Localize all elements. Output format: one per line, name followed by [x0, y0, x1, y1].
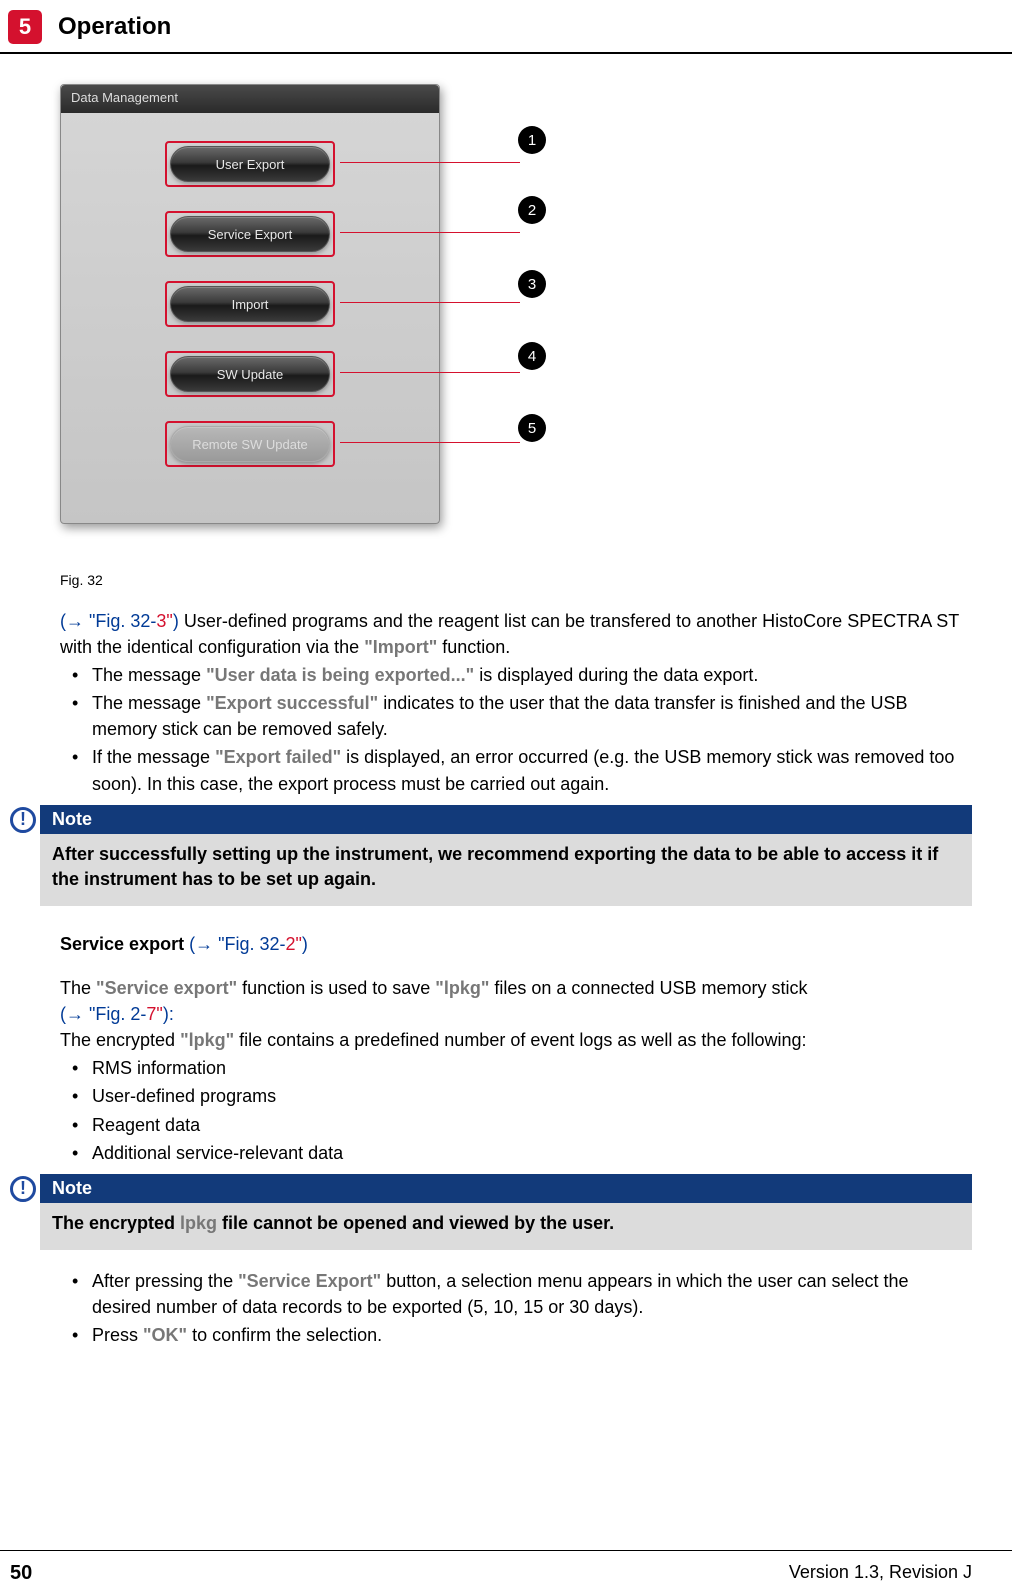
callout-highlight: Import [165, 281, 335, 327]
data-management-window: Data Management User Export Service Expo… [60, 84, 440, 524]
version-label: Version 1.3, Revision J [789, 1562, 972, 1585]
callout-marker-2: 2 [518, 196, 546, 224]
list-item: The message "User data is being exported… [78, 662, 972, 688]
figure-caption: Fig. 32 [60, 572, 972, 588]
callout-marker-3: 3 [518, 270, 546, 298]
cross-ref: (→ "Fig. 32-3") [60, 611, 184, 631]
list-item: User-defined programs [78, 1083, 972, 1109]
sw-update-button[interactable]: SW Update [170, 356, 330, 392]
callout-line [340, 442, 520, 443]
list-item: Press "OK" to confirm the selection. [78, 1322, 972, 1348]
bullet-list: After pressing the "Service Export" butt… [60, 1268, 972, 1348]
list-item: The message "Export successful" indicate… [78, 690, 972, 742]
callout-line [340, 302, 520, 303]
note-box: ! Note After successfully setting up the… [40, 805, 972, 906]
callout-highlight: SW Update [165, 351, 335, 397]
body-paragraph: (→ "Fig. 32-3") User-defined programs an… [60, 608, 972, 660]
chapter-badge: 5 [8, 10, 42, 44]
callout-line [340, 162, 520, 163]
body-paragraph: The "Service export" function is used to… [60, 975, 972, 1053]
list-item: Reagent data [78, 1112, 972, 1138]
remote-sw-update-button[interactable]: Remote SW Update [170, 426, 330, 462]
callout-highlight: User Export [165, 141, 335, 187]
note-box: ! Note The encrypted lpkg file cannot be… [40, 1174, 972, 1250]
service-export-button[interactable]: Service Export [170, 216, 330, 252]
callout-highlight: Remote SW Update [165, 421, 335, 467]
page-header: 5 Operation [0, 0, 1012, 52]
list-item: If the message "Export failed" is displa… [78, 744, 972, 796]
callout-highlight: Service Export [165, 211, 335, 257]
info-icon: ! [10, 807, 36, 833]
callout-line [340, 232, 520, 233]
note-body: After successfully setting up the instru… [40, 834, 972, 906]
callout-marker-1: 1 [518, 126, 546, 154]
callout-marker-4: 4 [518, 342, 546, 370]
list-item: RMS information [78, 1055, 972, 1081]
callout-line [340, 372, 520, 373]
cross-ref: (→ "Fig. 2-7"): [60, 1004, 174, 1024]
note-body: The encrypted lpkg file cannot be opened… [40, 1203, 972, 1250]
info-icon: ! [10, 1176, 36, 1202]
note-header: Note [40, 1174, 972, 1203]
cross-ref: (→ "Fig. 32-2") [189, 934, 308, 954]
import-button[interactable]: Import [170, 286, 330, 322]
callout-marker-5: 5 [518, 414, 546, 442]
page-footer: 50 Version 1.3, Revision J [0, 1562, 1012, 1585]
list-item: After pressing the "Service Export" butt… [78, 1268, 972, 1320]
section-heading: Service export (→ "Fig. 32-2") [60, 934, 972, 955]
bullet-list: The message "User data is being exported… [60, 662, 972, 796]
chapter-title: Operation [58, 13, 171, 41]
user-export-button[interactable]: User Export [170, 146, 330, 182]
page-number: 50 [10, 1562, 32, 1585]
note-header: Note [40, 805, 972, 834]
footer-rule [0, 1550, 1012, 1551]
bullet-list: RMS information User-defined programs Re… [60, 1055, 972, 1165]
window-titlebar: Data Management [61, 85, 439, 113]
list-item: Additional service-relevant data [78, 1140, 972, 1166]
figure-32: Data Management User Export Service Expo… [60, 84, 972, 564]
